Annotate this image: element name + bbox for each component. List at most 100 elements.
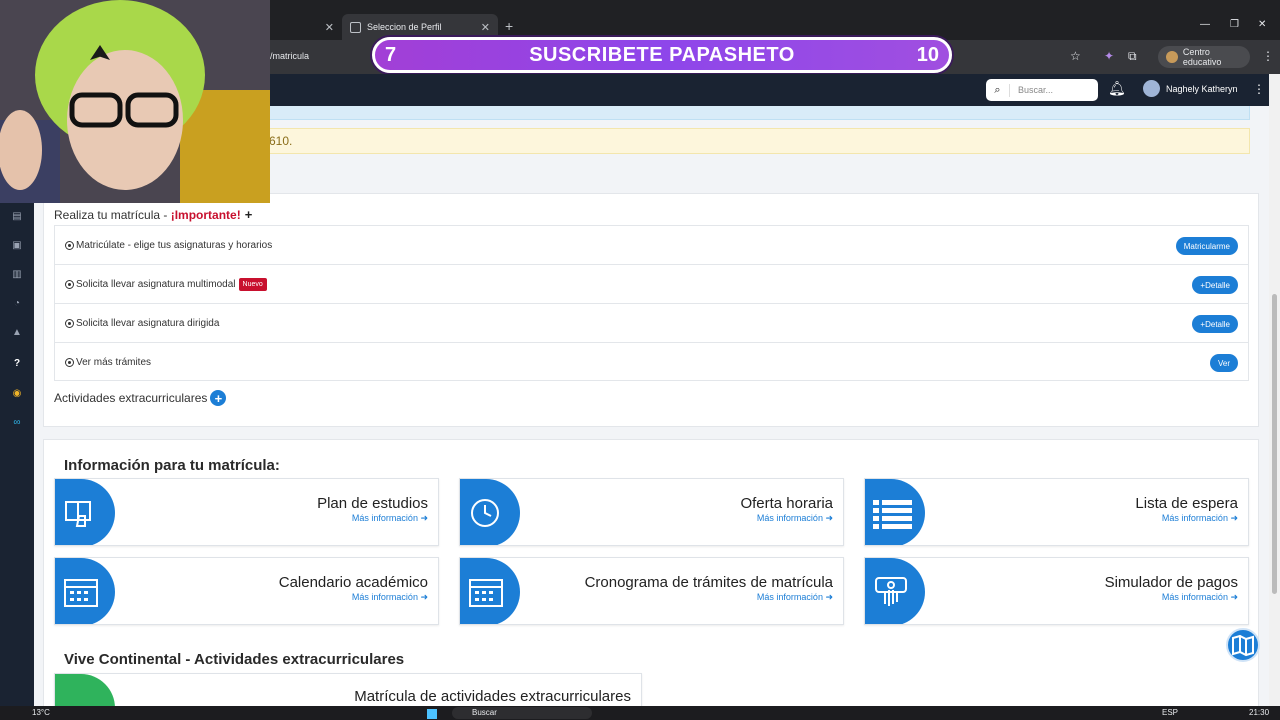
extensions-puzzle-icon[interactable]: ⧉ <box>1128 49 1137 64</box>
info-circle-icon[interactable]: ◉ <box>11 388 23 400</box>
history-icon[interactable]: ◔ <box>11 298 23 310</box>
browser-tab-inactive[interactable]: ✕ <box>270 14 342 40</box>
tab-close-icon[interactable]: ✕ <box>325 21 334 34</box>
maximize-icon[interactable]: ❐ <box>1230 19 1239 30</box>
avatar <box>1143 80 1160 97</box>
webcam-overlay <box>0 0 270 203</box>
floating-map-button[interactable] <box>1226 628 1260 662</box>
more-options-icon[interactable]: ⋮ <box>1253 82 1265 96</box>
tile-title: Matrícula de actividades extracurricular… <box>354 688 631 705</box>
minimize-icon[interactable]: — <box>1200 19 1210 30</box>
extracurricular-row: Actividades extracurriculares + <box>54 390 227 406</box>
tile-title: Simulador de pagos <box>1104 574 1238 591</box>
taskbar-search[interactable]: Buscar <box>452 707 592 719</box>
circle-dot-icon <box>65 240 74 250</box>
tile-title: Cronograma de trámites de matrícula <box>584 574 833 591</box>
tile-simulador-de-pagos[interactable]: Simulador de pagos Más información ➜ <box>864 557 1249 625</box>
more-info-link[interactable]: Más información ➜ <box>352 592 428 603</box>
tab-close-icon[interactable]: ✕ <box>481 21 490 34</box>
list-item-label: Solicita llevar asignatura multimodal <box>76 278 236 290</box>
more-info-link[interactable]: Más información ➜ <box>757 513 833 524</box>
search-placeholder: Buscar... <box>1018 85 1054 95</box>
list-item: Solicita llevar asignatura multimodal Nu… <box>55 265 1248 304</box>
tile-title: Oferta horaria <box>740 495 833 512</box>
detail-button[interactable]: +Detalle <box>1192 276 1238 294</box>
list-item-label: Solicita llevar asignatura dirigida <box>76 317 220 329</box>
map-icon <box>1232 634 1254 657</box>
list-item: Solicita llevar asignatura dirigida +Det… <box>55 304 1248 343</box>
clock-icon <box>460 479 520 545</box>
more-info-link[interactable]: Más información ➜ <box>757 592 833 603</box>
language-indicator[interactable]: ESP <box>1162 708 1178 717</box>
extracurricular-label: Actividades extracurriculares <box>54 391 208 405</box>
document-icon[interactable]: ▤ <box>11 211 23 223</box>
circle-dot-icon <box>65 318 74 328</box>
profile-chip[interactable]: Centro educativo <box>1158 46 1250 68</box>
tile-title: Lista de espera <box>1135 495 1238 512</box>
bookmark-star-icon[interactable]: ☆ <box>1070 49 1081 63</box>
clock[interactable]: 21:30 <box>1249 708 1269 717</box>
book-hand-icon <box>55 479 115 545</box>
circle-dot-icon <box>65 358 74 367</box>
banner-right-number: 10 <box>916 43 939 66</box>
tile-lista-de-espera[interactable]: Lista de espera Más información ➜ <box>864 478 1249 546</box>
new-badge: Nuevo <box>238 277 267 291</box>
search-input[interactable]: ⌕ Buscar... <box>986 79 1098 101</box>
subscribe-banner: 7 SUSCRIBETE PAPASHETO 10 <box>372 37 952 73</box>
payment-hand-icon <box>865 558 925 624</box>
more-info-link[interactable]: Más información ➜ <box>1162 592 1238 603</box>
clipboard-icon[interactable]: ▥ <box>11 269 23 281</box>
calendar-icon <box>460 558 520 624</box>
important-label: ¡Importante! <box>170 208 241 222</box>
tile-calendario-academico[interactable]: Calendario académico Más información ➜ <box>54 557 439 625</box>
enrollment-title: Realiza tu matrícula - ¡Importante! + <box>54 207 252 222</box>
os-taskbar: 13°C Buscar ESP 21:30 <box>0 706 1280 720</box>
profile-label: Centro educativo <box>1182 47 1222 67</box>
calendar-icon <box>55 558 115 624</box>
add-plus-icon[interactable]: + <box>210 390 227 406</box>
url-text[interactable]: /matricula <box>270 51 309 61</box>
procedures-list: Matricúlate - elige tus asignaturas y ho… <box>54 225 1249 381</box>
window-close-icon[interactable]: ✕ <box>1258 19 1266 30</box>
tile-oferta-horaria[interactable]: Oferta horaria Más información ➜ <box>459 478 844 546</box>
warning-alert-text: 610. <box>269 134 293 148</box>
page-favicon-icon <box>350 21 361 33</box>
list-item: Matricúlate - elige tus asignaturas y ho… <box>55 226 1248 265</box>
detail-button[interactable]: +Detalle <box>1192 315 1238 333</box>
tile-title: Plan de estudios <box>317 495 428 512</box>
enrollment-card: Realiza tu matrícula - ¡Importante! + Mat… <box>43 193 1259 427</box>
tile-plan-de-estudios[interactable]: Plan de estudios Más información ➜ <box>54 478 439 546</box>
briefcase-icon[interactable]: ▣ <box>11 240 23 252</box>
more-info-link[interactable]: Más información ➜ <box>352 513 428 524</box>
enroll-button[interactable]: Matricularme <box>1175 237 1238 255</box>
info-card: Información para tu matrícula: Plan de e… <box>43 439 1259 713</box>
tile-title: Calendario académico <box>278 574 428 591</box>
tile-cronograma[interactable]: Cronograma de trámites de matrícula Más … <box>459 557 844 625</box>
info-heading: Información para tu matrícula: <box>64 457 280 474</box>
list-item-label: Matricúlate - elige tus asignaturas y ho… <box>76 239 273 251</box>
page-scrollbar[interactable] <box>1269 74 1280 706</box>
browser-menu-icon[interactable]: ⋮ <box>1262 49 1274 63</box>
search-icon[interactable]: ⌕ <box>986 83 1010 97</box>
graduation-icon[interactable]: ▲ <box>11 327 23 339</box>
tab-title: Seleccion de Perfil <box>367 22 442 32</box>
link-icon[interactable]: ∞ <box>11 417 23 429</box>
expand-plus-icon[interactable]: + <box>245 207 253 222</box>
list-icon <box>865 479 925 545</box>
extension-icon[interactable]: ✦ <box>1104 49 1114 63</box>
more-info-link[interactable]: Más información ➜ <box>1162 513 1238 524</box>
windows-start-icon[interactable] <box>427 709 437 719</box>
weather-widget[interactable]: 13°C <box>32 708 50 717</box>
banner-message: SUSCRIBETE PAPASHETO <box>529 43 795 66</box>
circle-dot-icon <box>65 279 74 289</box>
list-item: Ver más trámites Ver <box>55 343 1248 382</box>
help-icon[interactable]: ? <box>11 358 23 370</box>
view-button[interactable]: Ver <box>1209 354 1238 372</box>
scrollbar-thumb[interactable] <box>1272 294 1277 594</box>
user-menu[interactable]: Naghely Katheryn <box>1143 80 1238 97</box>
new-tab-icon[interactable]: + <box>505 18 513 34</box>
enrollment-title-text: Realiza tu matrícula - <box>54 208 171 222</box>
profile-avatar <box>1166 51 1178 63</box>
notification-bell-icon[interactable]: 🔔︎ <box>1108 80 1126 97</box>
user-name: Naghely Katheryn <box>1166 83 1238 94</box>
